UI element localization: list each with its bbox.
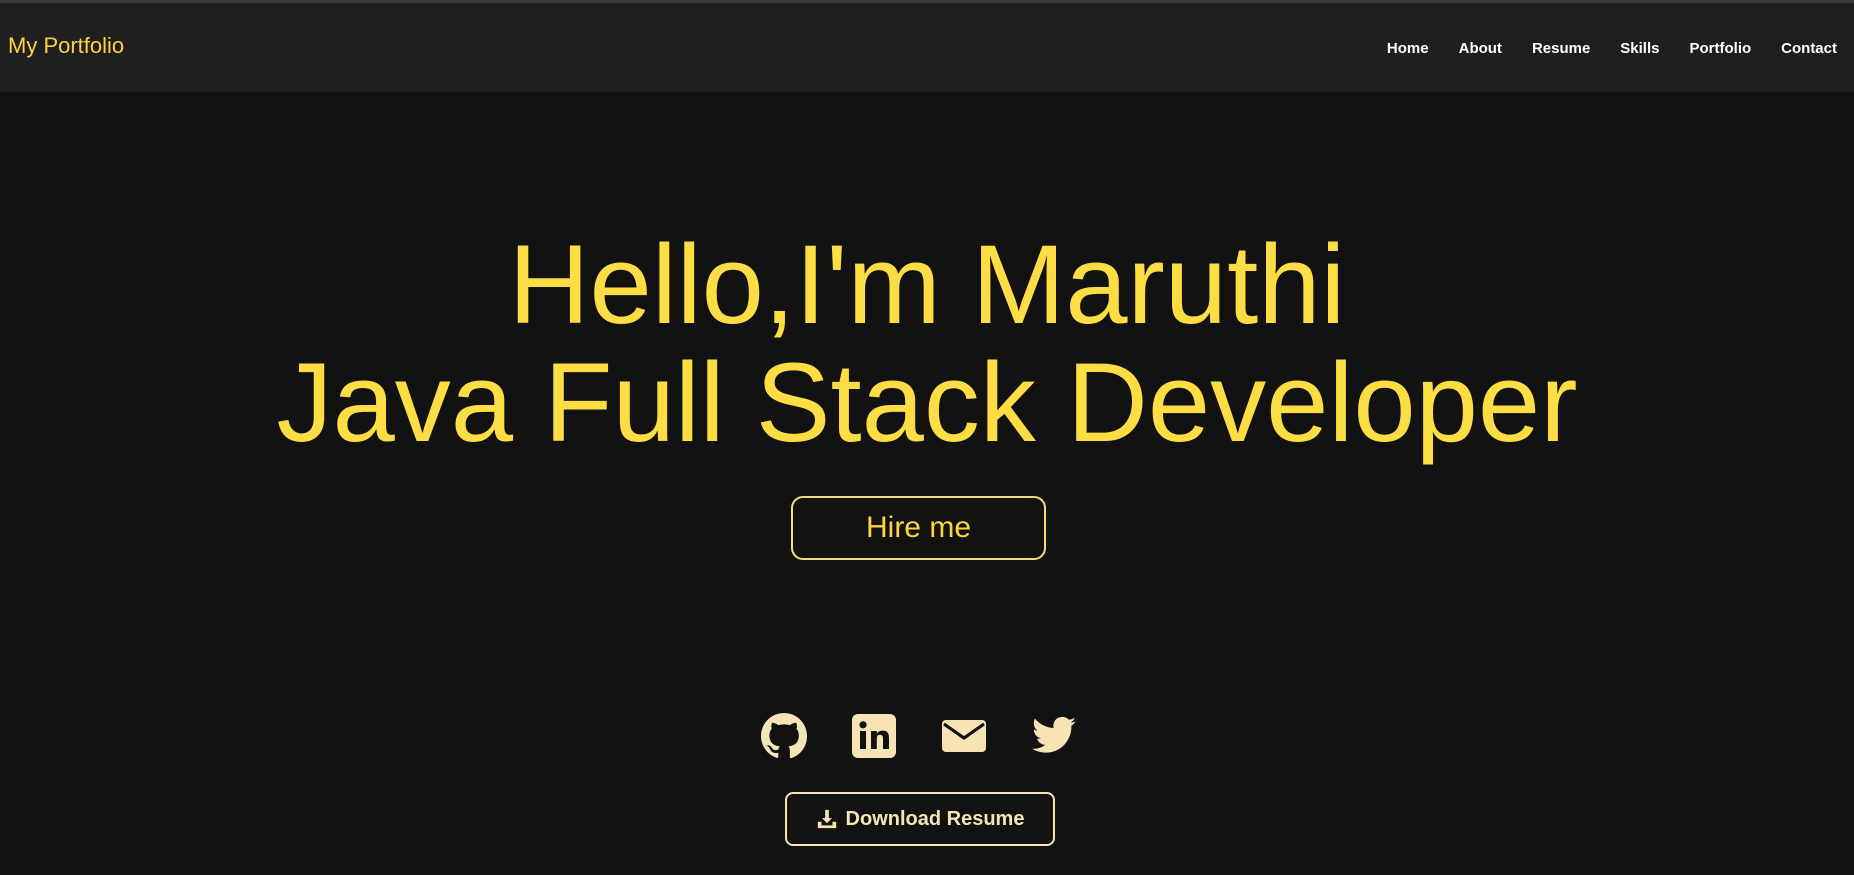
hero-section: Hello,I'm Maruthi Java Full Stack Develo… bbox=[0, 92, 1854, 462]
nav-link-skills[interactable]: Skills bbox=[1620, 38, 1659, 57]
social-links bbox=[760, 712, 1078, 760]
linkedin-link[interactable] bbox=[850, 712, 898, 760]
linkedin-icon bbox=[852, 714, 896, 758]
brand-logo-link[interactable]: My Portfolio bbox=[8, 33, 124, 59]
nav-links: Home About Resume Skills Portfolio Conta… bbox=[1387, 3, 1854, 92]
nav-link-about[interactable]: About bbox=[1459, 38, 1502, 57]
download-resume-button[interactable]: Download Resume bbox=[785, 792, 1055, 846]
nav-link-contact[interactable]: Contact bbox=[1781, 38, 1837, 57]
github-icon bbox=[761, 713, 808, 759]
email-icon bbox=[942, 720, 986, 752]
hire-me-button[interactable]: Hire me bbox=[791, 496, 1046, 560]
github-link[interactable] bbox=[760, 712, 808, 760]
nav-link-resume[interactable]: Resume bbox=[1532, 38, 1590, 57]
download-icon bbox=[817, 809, 836, 829]
hero-greeting: Hello,I'm Maruthi bbox=[508, 222, 1346, 347]
twitter-link[interactable] bbox=[1030, 712, 1078, 760]
navbar: My Portfolio Home About Resume Skills Po… bbox=[0, 3, 1854, 92]
twitter-icon bbox=[1032, 716, 1076, 753]
nav-link-portfolio[interactable]: Portfolio bbox=[1690, 38, 1752, 57]
download-resume-label: Download Resume bbox=[845, 807, 1025, 830]
email-link[interactable] bbox=[940, 712, 988, 760]
nav-link-home[interactable]: Home bbox=[1387, 38, 1429, 57]
hero-role: Java Full Stack Developer bbox=[276, 340, 1578, 465]
